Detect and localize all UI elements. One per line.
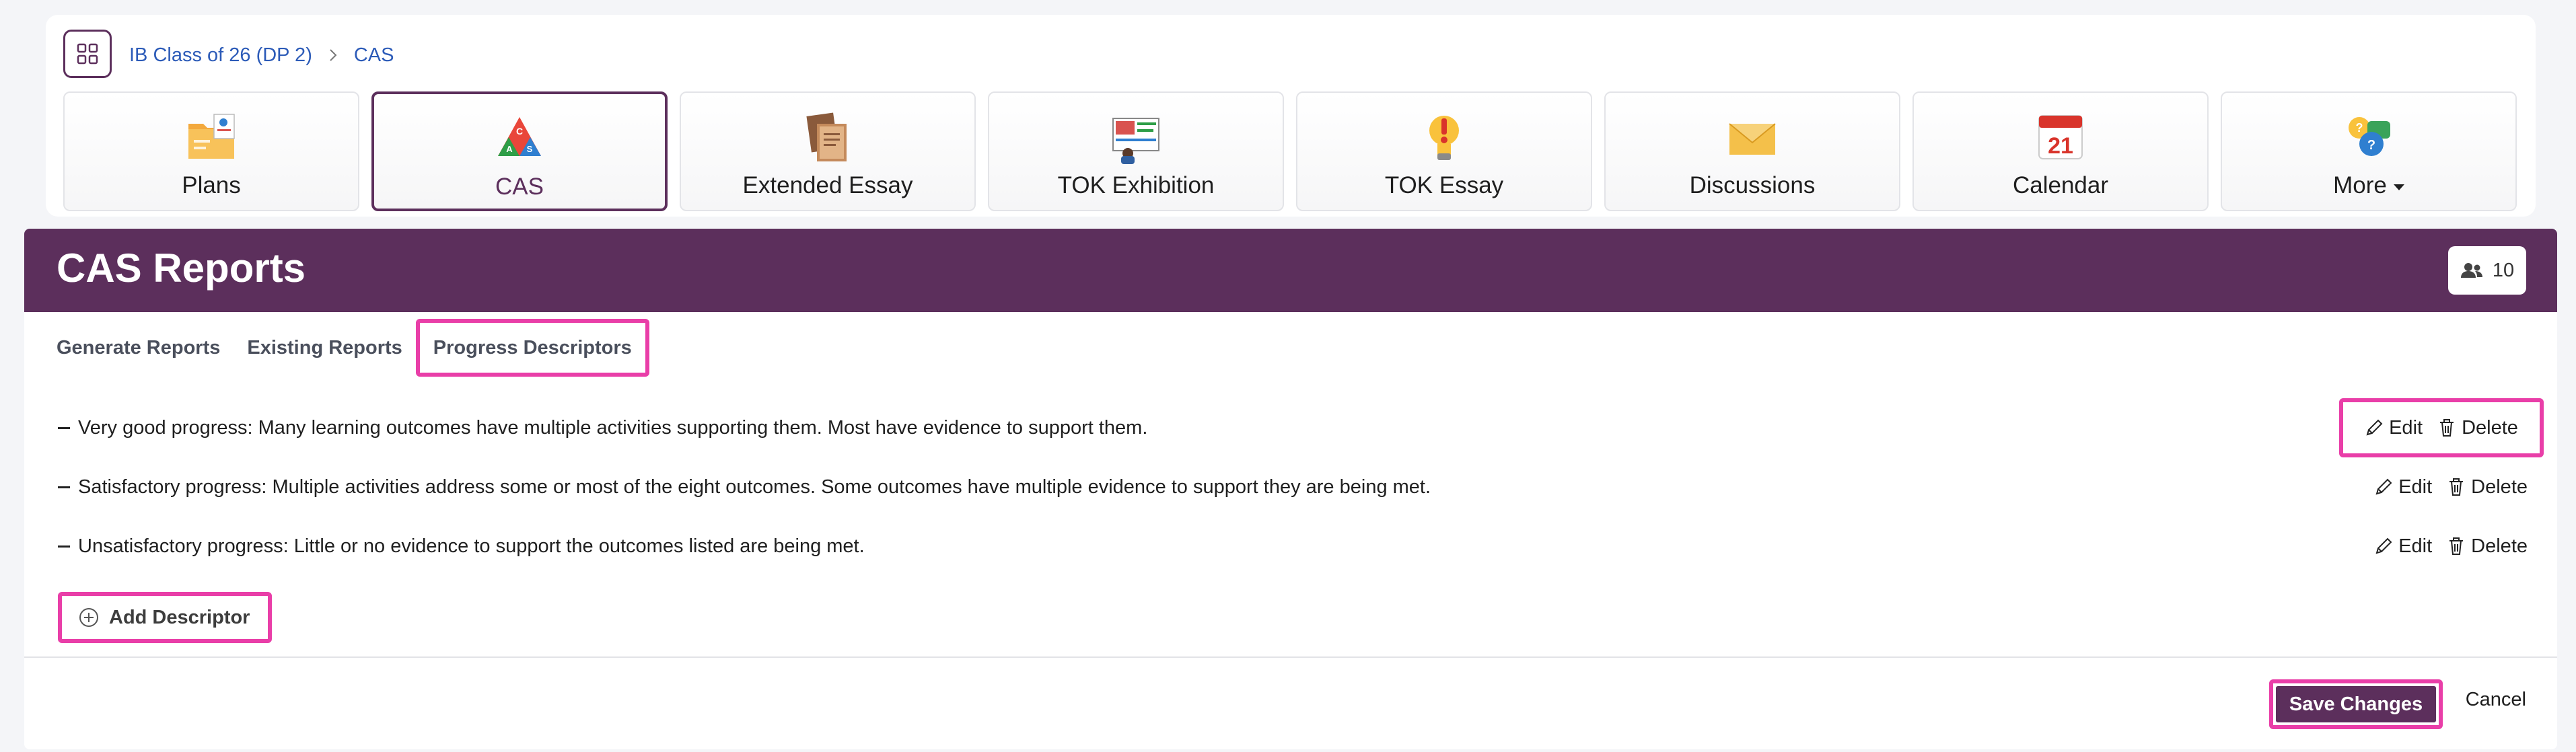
descriptor-text: Satisfactory progress: Multiple activiti… [78,476,1431,498]
pencil-icon [2366,419,2383,436]
descriptor-row: Very good progress: Many learning outcom… [24,398,2557,457]
calendar-icon: 21 [2032,109,2089,165]
edit-button[interactable]: Edit [2374,535,2432,558]
tile-tok-exhibition-label: TOK Exhibition [1057,172,1215,198]
descriptor-text: Unsatisfactory progress: Little or no ev… [78,535,865,557]
tile-tok-essay-label: TOK Essay [1384,172,1504,198]
edit-label: Edit [2398,476,2433,498]
tile-extended-essay-label: Extended Essay [742,172,913,198]
descriptor-row: Satisfactory progress: Multiple activiti… [24,467,2557,507]
extended-essay-icon [799,109,856,165]
delete-button[interactable]: Delete [2437,417,2518,439]
tool-tiles: Plans C A S CAS Extended Essay TOK Exhib… [63,91,2519,211]
add-descriptor-button[interactable]: Add Descriptor [58,592,272,643]
descriptor-actions: Edit Delete [2326,526,2528,566]
users-icon [2460,263,2482,278]
add-descriptor-label: Add Descriptor [109,606,250,628]
tile-plans[interactable]: Plans [63,91,359,211]
members-count: 10 [2492,259,2515,281]
svg-text:?: ? [2367,138,2375,153]
tab-generate-reports[interactable]: Generate Reports [24,319,234,377]
panel-header: CAS Reports 10 [24,229,2557,312]
course-nav-card: IB Class of 26 (DP 2) CAS Plans C A S CA… [46,15,2536,217]
edit-label: Edit [2398,535,2433,557]
svg-text:?: ? [2356,121,2363,135]
caret-down-icon [2393,184,2404,190]
delete-button[interactable]: Delete [2447,476,2528,498]
descriptor-text: Very good progress: Many learning outcom… [78,416,1148,439]
tile-plans-label: Plans [182,172,241,198]
trash-icon [2449,478,2464,496]
descriptor-actions: Edit Delete [2339,398,2544,457]
tile-more[interactable]: ? ? More [2221,91,2517,211]
delete-label: Delete [2462,416,2518,439]
tok-essay-icon [1416,109,1472,165]
tile-tok-exhibition[interactable]: TOK Exhibition [988,91,1284,211]
breadcrumb: IB Class of 26 (DP 2) CAS [129,42,394,69]
plans-icon [183,109,240,165]
apps-grid-icon [77,43,98,65]
tile-tok-essay[interactable]: TOK Essay [1296,91,1592,211]
save-changes-label: Save Changes [2276,686,2436,722]
tile-more-label: More [2333,172,2387,198]
calendar-day-number: 21 [2048,133,2073,159]
page-title: CAS Reports [57,246,306,291]
report-tabs: Generate Reports Existing Reports Progre… [57,319,649,377]
chevron-right-icon [330,49,337,61]
trash-icon [2440,419,2454,437]
plus-circle-icon [79,608,98,627]
apps-grid-button[interactable] [63,30,112,78]
dash-icon [58,426,70,429]
tile-cas[interactable]: C A S CAS [371,91,668,211]
dash-icon [58,545,70,548]
tile-cas-label: CAS [495,174,544,200]
delete-button[interactable]: Delete [2447,535,2528,558]
tile-discussions-label: Discussions [1689,172,1816,198]
trash-icon [2449,537,2464,555]
more-icon: ? ? [2340,109,2397,165]
breadcrumb-current-link[interactable]: CAS [354,44,394,67]
edit-label: Edit [2389,416,2423,439]
tile-extended-essay[interactable]: Extended Essay [680,91,976,211]
pencil-icon [2375,478,2392,495]
tok-exhibition-icon [1108,109,1164,165]
tile-calendar[interactable]: 21 Calendar [1912,91,2209,211]
descriptor-row: Unsatisfactory progress: Little or no ev… [24,526,2557,566]
cancel-button[interactable]: Cancel [2466,689,2526,711]
svg-text:C: C [516,126,523,137]
footer-divider [24,656,2557,658]
breadcrumb-class-link[interactable]: IB Class of 26 (DP 2) [129,44,312,67]
cas-reports-panel: CAS Reports 10 Generate Reports Existing… [24,229,2557,749]
pencil-icon [2375,537,2392,554]
edit-button[interactable]: Edit [2365,417,2423,439]
dash-icon [58,486,70,488]
tab-progress-descriptors[interactable]: Progress Descriptors [415,319,649,377]
svg-text:S: S [527,144,533,154]
delete-label: Delete [2471,535,2528,557]
svg-text:A: A [506,144,513,154]
tile-calendar-label: Calendar [2012,172,2109,198]
save-changes-button[interactable]: Save Changes [2269,679,2443,729]
edit-button[interactable]: Edit [2374,476,2432,498]
cas-icon: C A S [491,110,548,167]
tile-discussions[interactable]: Discussions [1604,91,1900,211]
members-count-button[interactable]: 10 [2448,246,2526,295]
tab-existing-reports[interactable]: Existing Reports [234,319,415,377]
descriptor-actions: Edit Delete [2326,467,2528,507]
discussions-icon [1724,109,1781,165]
delete-label: Delete [2471,476,2528,498]
